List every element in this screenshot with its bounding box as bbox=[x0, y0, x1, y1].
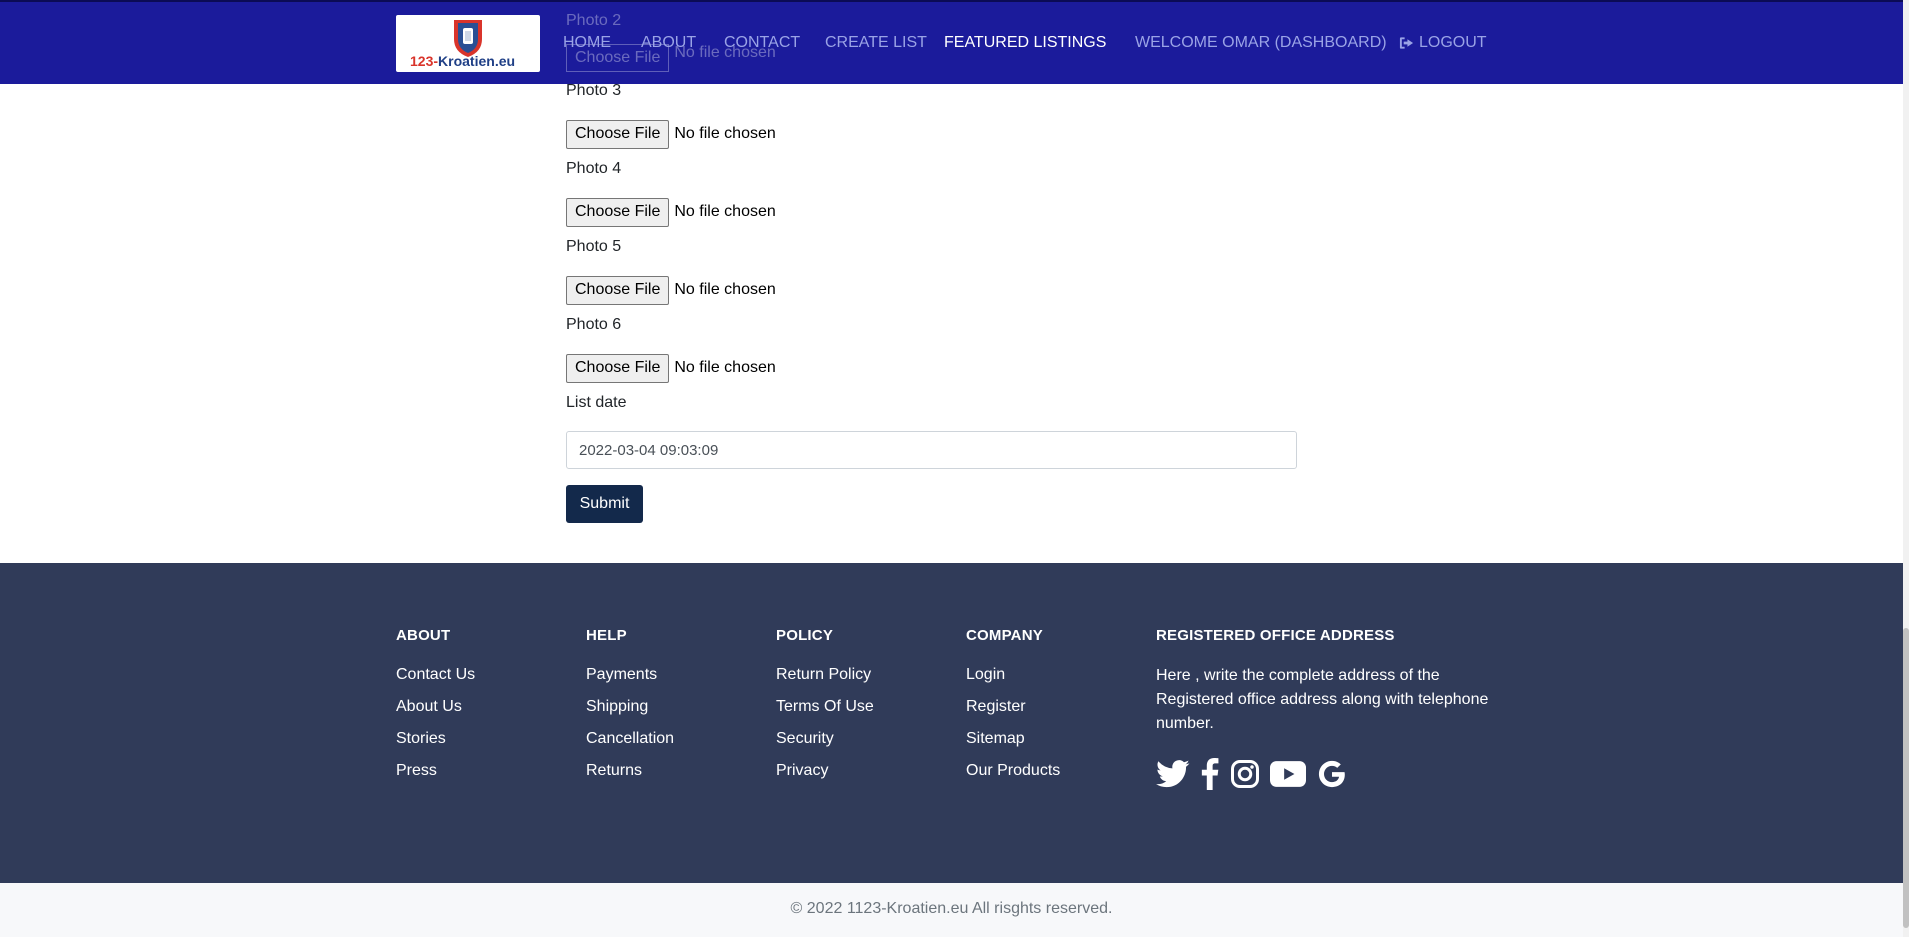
photo-6-input[interactable]: Choose File No file chosen bbox=[566, 353, 776, 383]
footer-link-payments[interactable]: Payments bbox=[586, 664, 674, 685]
footer-link-terms-of-use[interactable]: Terms Of Use bbox=[776, 696, 874, 717]
photo-5-input[interactable]: Choose File No file chosen bbox=[566, 275, 776, 305]
list-date-label: List date bbox=[566, 394, 627, 411]
site-logo[interactable]: 123-Kroatien.eu bbox=[396, 15, 540, 72]
footer-link-returns[interactable]: Returns bbox=[586, 760, 674, 781]
footer: ABOUT Contact Us About Us Stories Press … bbox=[0, 563, 1903, 883]
youtube-icon[interactable] bbox=[1270, 760, 1306, 788]
instagram-icon[interactable] bbox=[1230, 759, 1260, 789]
footer-link-return-policy[interactable]: Return Policy bbox=[776, 664, 874, 685]
copyright-text: © 2022 1123-Kroatien.eu All risghts rese… bbox=[790, 900, 1113, 917]
footer-col-policy: POLICY Return Policy Terms Of Use Securi… bbox=[776, 627, 874, 792]
twitter-icon[interactable] bbox=[1156, 759, 1190, 789]
logout-label: LOGOUT bbox=[1419, 34, 1487, 51]
choose-file-button[interactable]: Choose File bbox=[566, 275, 670, 305]
nav-home[interactable]: HOME bbox=[563, 34, 611, 52]
footer-link-shipping[interactable]: Shipping bbox=[586, 696, 674, 717]
file-status: No file chosen bbox=[674, 281, 776, 298]
photo-2-label: Photo 2 bbox=[566, 12, 622, 29]
footer-link-cancellation[interactable]: Cancellation bbox=[586, 728, 674, 749]
file-status: No file chosen bbox=[674, 203, 776, 220]
choose-file-button[interactable]: Choose File bbox=[566, 353, 670, 383]
photo-6-label: Photo 6 bbox=[566, 316, 622, 333]
footer-link-sitemap[interactable]: Sitemap bbox=[966, 728, 1060, 749]
file-status: No file chosen bbox=[674, 125, 776, 142]
submit-button[interactable]: Submit bbox=[566, 485, 643, 523]
footer-link-press[interactable]: Press bbox=[396, 760, 475, 781]
page-scrollbar[interactable] bbox=[1903, 0, 1909, 937]
footer-link-login[interactable]: Login bbox=[966, 664, 1060, 685]
footer-col-about: ABOUT Contact Us About Us Stories Press bbox=[396, 627, 475, 792]
nav-welcome-dashboard[interactable]: WELCOME OMAR (DASHBOARD) bbox=[1135, 34, 1387, 52]
photo-5-label: Photo 5 bbox=[566, 238, 622, 255]
nav-featured-listings[interactable]: FEATURED LISTINGS bbox=[944, 34, 1106, 52]
navbar: Photo 2 Choose File No file chosen 123-K… bbox=[0, 0, 1903, 84]
social-links bbox=[1156, 758, 1496, 790]
footer-heading: POLICY bbox=[776, 627, 834, 644]
nav-about[interactable]: ABOUT bbox=[641, 34, 696, 52]
footer-col-address: REGISTERED OFFICE ADDRESS Here , write t… bbox=[1156, 627, 1496, 790]
footer-link-stories[interactable]: Stories bbox=[396, 728, 475, 749]
nav-create-list[interactable]: CREATE LIST bbox=[825, 34, 927, 52]
footer-link-register[interactable]: Register bbox=[966, 696, 1060, 717]
copyright-bar: © 2022 1123-Kroatien.eu All risghts rese… bbox=[0, 883, 1903, 937]
office-address: Here , write the complete address of the… bbox=[1156, 667, 1489, 732]
sign-out-icon bbox=[1399, 37, 1414, 49]
footer-heading: ABOUT bbox=[396, 627, 451, 644]
footer-link-security[interactable]: Security bbox=[776, 728, 874, 749]
footer-link-privacy[interactable]: Privacy bbox=[776, 760, 874, 781]
list-date-input[interactable]: 2022-03-04 09:03:09 bbox=[566, 431, 1297, 469]
footer-link-about-us[interactable]: About Us bbox=[396, 696, 475, 717]
footer-heading: REGISTERED OFFICE ADDRESS bbox=[1156, 627, 1395, 644]
photo-4-input[interactable]: Choose File No file chosen bbox=[566, 197, 776, 227]
nav-logout[interactable]: LOGOUT bbox=[1399, 34, 1487, 52]
footer-link-our-products[interactable]: Our Products bbox=[966, 760, 1060, 781]
footer-col-company: COMPANY Login Register Sitemap Our Produ… bbox=[966, 627, 1060, 792]
photo-3-label: Photo 3 bbox=[566, 82, 622, 99]
photo-4-label: Photo 4 bbox=[566, 160, 622, 177]
google-icon[interactable] bbox=[1316, 758, 1348, 790]
logo-text-prefix: 123- bbox=[410, 53, 439, 69]
footer-heading: HELP bbox=[586, 627, 627, 644]
footer-heading: COMPANY bbox=[966, 627, 1043, 644]
footer-col-help: HELP Payments Shipping Cancellation Retu… bbox=[586, 627, 674, 792]
footer-link-contact-us[interactable]: Contact Us bbox=[396, 664, 475, 685]
listing-form: Photo 3 Choose File No file chosen Photo… bbox=[0, 0, 1903, 563]
photo-3-input[interactable]: Choose File No file chosen bbox=[566, 119, 776, 149]
file-status: No file chosen bbox=[674, 359, 776, 376]
choose-file-button[interactable]: Choose File bbox=[566, 119, 670, 149]
scrollbar-thumb[interactable] bbox=[1903, 628, 1909, 928]
facebook-icon[interactable] bbox=[1200, 758, 1220, 790]
nav-contact[interactable]: CONTACT bbox=[724, 34, 800, 52]
logo-text-main: Kroatien.eu bbox=[438, 53, 516, 69]
choose-file-button[interactable]: Choose File bbox=[566, 197, 670, 227]
